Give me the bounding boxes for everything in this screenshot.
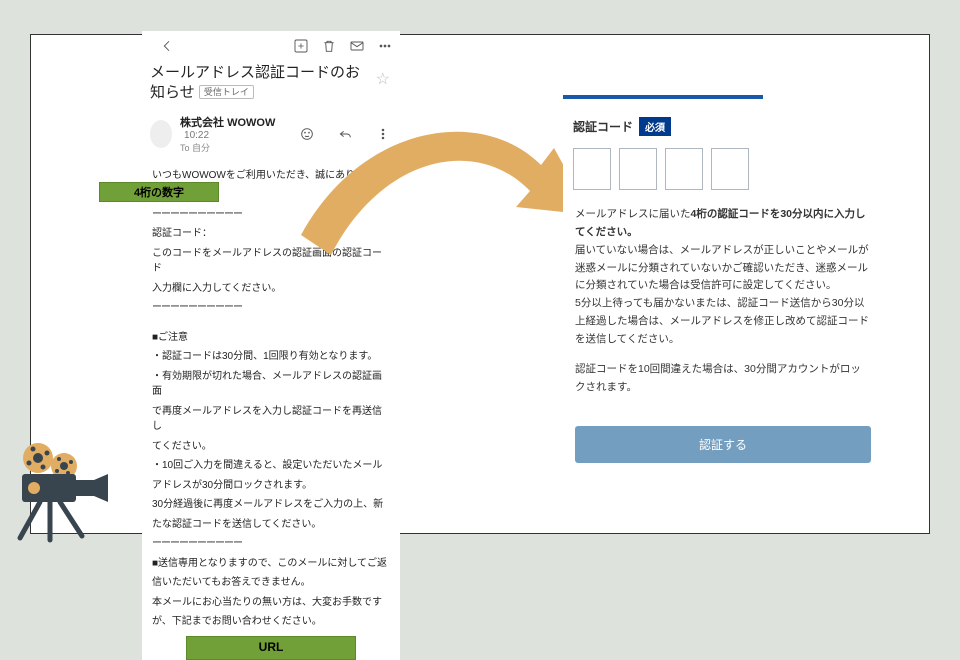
caution-5: ・10回ご入力を間違えると、設定いただいたメール [152,458,390,474]
emoji-icon[interactable] [298,125,316,143]
back-icon[interactable] [158,37,176,55]
verify-form-panel: 認証コード 必須 メールアドレスに届いた4桁の認証コードを30分以内に入力してく… [563,95,883,481]
inbox-tag: 受信トレイ [199,85,254,99]
form-title-row: 認証コード 必須 [563,117,883,136]
code-digit-2[interactable] [619,148,657,190]
body-codelabel: 認証コード： [152,226,390,242]
reply-icon[interactable] [336,125,354,143]
form-p3: 5分以上待っても届かないまたは、認証コード送信から30分以上経過した場合は、メー… [575,295,871,349]
body-code1: このコードをメールアドレスの認証画面の認証コード [152,246,390,277]
mail-icon[interactable] [348,37,366,55]
caution-4: てください。 [152,439,390,455]
body-rule: ーーーーーーーーーー [152,207,390,223]
sender-row: 株式会社 WOWOW 10:22 To 自分 [142,106,400,156]
form-p2: 届いていない場合は、メールアドレスが正しいことやメールが迷惑メールに分類されてい… [575,242,871,296]
caution-3: で再度メールアドレスを入力し認証コードを再送信し [152,404,390,435]
caution-2: ・有効期限が切れた場合、メールアドレスの認証画面 [152,369,390,400]
camera-clipart-icon [0,430,110,550]
footer-4: が、下記までお問い合わせください。 [152,614,390,630]
body-code2: 入力欄に入力してください。 [152,281,390,297]
body-rule3: ーーーーーーーーーー [152,536,390,552]
subject-line1: メールアドレス認証コードのお [150,64,360,81]
delete-icon[interactable] [320,37,338,55]
archive-icon[interactable] [292,37,310,55]
verify-button[interactable]: 認証する [575,426,871,463]
caution-7: 30分経過後に再度メールアドレスをご入力の上、新 [152,497,390,513]
caution-8: たな認証コードを送信してください。 [152,517,390,533]
form-accent-bar [563,95,763,99]
email-body: いつもWOWOWをご利用いただき、誠にありがとう ございます。 ーーーーーーーー… [142,156,400,660]
subject-line2: 知らせ [150,84,195,101]
code-digit-3[interactable] [665,148,703,190]
sender-to: To 自分 [180,141,280,154]
more-vertical-icon[interactable] [374,125,392,143]
form-p1b: 4桁の認証コードを30分以内に入力し [691,208,866,220]
form-instructions: メールアドレスに届いた4桁の認証コードを30分以内に入力してください。 届いてい… [563,206,883,408]
form-p1c: てください。 [575,226,638,238]
code-digit-1[interactable] [573,148,611,190]
caution-1: ・認証コードは30分間、1回限り有効となります。 [152,349,390,365]
required-badge: 必須 [639,117,671,136]
footer-1: ■送信専用となりますので、このメールに対してご返 [152,556,390,572]
footer-3: 本メールにお心当たりの無い方は、大変お手数です [152,595,390,611]
caution-head: ■ご注意 [152,330,390,346]
caution-6: アドレスが30分間ロックされます。 [152,478,390,494]
footer-2: 信いただいてもお答えできません。 [152,575,390,591]
body-rule2: ーーーーーーーーーー [152,300,390,316]
sender-time: 10:22 [184,130,209,141]
email-preview-panel: メールアドレス認証コードのお 知らせ 受信トレイ ☆ 株式会社 WOWOW 10… [142,31,400,660]
slide-frame: メールアドレス認証コードのお 知らせ 受信トレイ ☆ 株式会社 WOWOW 10… [30,34,930,534]
form-title: 認証コード [573,118,633,135]
email-subject: メールアドレス認証コードのお 知らせ 受信トレイ ☆ [142,59,400,106]
url-chip: URL [186,636,356,660]
email-toolbar [142,31,400,59]
four-digits-chip: 4桁の数字 [99,182,219,202]
avatar [150,120,172,148]
form-p1a: メールアドレスに届いた [575,208,691,220]
code-input-row [563,136,883,206]
sender-name: 株式会社 WOWOW [180,117,275,129]
body-greet1: いつもWOWOWをご利用いただき、誠にありがとう [152,168,390,184]
more-icon[interactable] [376,37,394,55]
star-icon[interactable]: ☆ [376,69,390,91]
form-p4: 認証コードを10回間違えた場合は、30分間アカウントがロックされます。 [575,361,871,397]
code-digit-4[interactable] [711,148,749,190]
